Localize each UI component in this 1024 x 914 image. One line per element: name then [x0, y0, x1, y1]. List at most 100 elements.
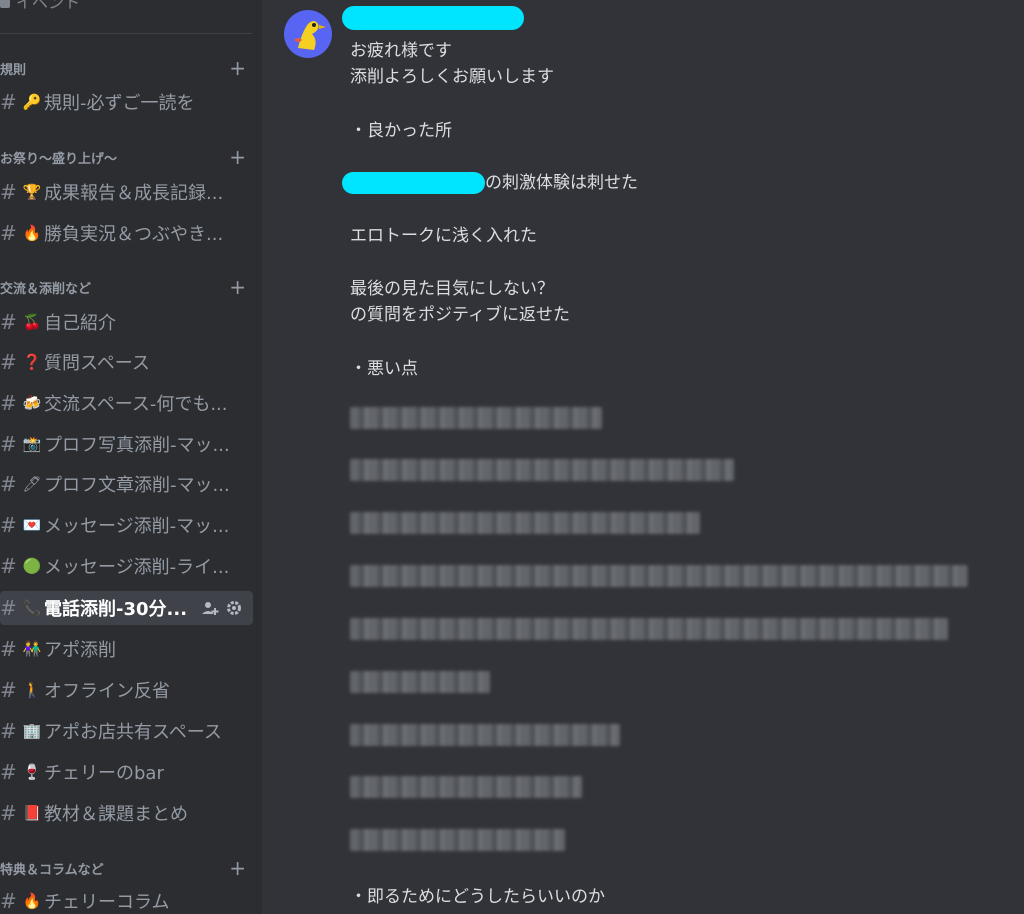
- hash-icon: #: [0, 513, 17, 537]
- hash-icon: #: [0, 90, 17, 114]
- message-line-with-redaction: の刺激体験は刺せた: [342, 168, 638, 194]
- blurred-text: [350, 671, 490, 693]
- channel-item-rules[interactable]: # 🔑 規則-必ずご一読を: [0, 85, 253, 119]
- channel-emoji: 🍷: [22, 763, 42, 781]
- channel-emoji: 🔥: [22, 892, 42, 910]
- blurred-text: [350, 724, 620, 746]
- channel-item-message-review[interactable]: # 💌 メッセージ添削-マッ...: [0, 508, 253, 542]
- channel-name: 勝負実況＆つぶやき...: [44, 224, 224, 245]
- channel-item-chat[interactable]: # 🍻 交流スペース-何でも...: [0, 386, 253, 420]
- channel-sidebar: イベント 規則 + # 🔑 規則-必ずご一読を お祭り〜盛り上げ〜 + # 🏆 …: [0, 0, 262, 914]
- category-label: イベント: [16, 0, 81, 12]
- category-festival[interactable]: お祭り〜盛り上げ〜 +: [0, 147, 246, 167]
- category-label: 交流＆添削など: [0, 281, 92, 297]
- hash-icon: #: [0, 719, 17, 743]
- channel-name: 電話添削-30分...: [44, 599, 188, 620]
- duck-avatar-icon: [294, 21, 326, 50]
- channel-item-text-review[interactable]: # 🖊 プロフ文章添削-マッ...: [0, 467, 253, 501]
- message-text: の刺激体験は刺せた: [485, 173, 638, 193]
- blurred-text: [350, 512, 700, 534]
- channel-emoji: 🏆: [22, 183, 42, 201]
- channel-item-offline-review[interactable]: # 🚶 オフライン反省: [0, 673, 253, 707]
- blurred-text: [350, 618, 948, 640]
- channel-name: メッセージ添削-マッ...: [44, 516, 230, 537]
- channel-name: オフライン反省: [44, 681, 170, 702]
- channel-item-live[interactable]: # 🔥 勝負実況＆つぶやき...: [0, 216, 253, 250]
- channel-item-intro[interactable]: # 🍒 自己紹介: [0, 305, 253, 339]
- add-channel-icon[interactable]: +: [229, 58, 246, 78]
- channel-item-shop-share[interactable]: # 🏢 アポお店共有スペース: [0, 714, 253, 748]
- channel-name: アポお店共有スペース: [44, 722, 222, 743]
- channel-name: チェリーのbar: [44, 763, 164, 784]
- channel-item-photo-review[interactable]: # 📸 プロフ写真添削-マッ...: [0, 427, 253, 461]
- hash-icon: #: [0, 221, 17, 245]
- channel-emoji: 🟢: [22, 557, 42, 575]
- blurred-text: [350, 459, 734, 481]
- category-label: 特典＆コラムなど: [0, 862, 104, 878]
- avatar[interactable]: [284, 10, 332, 58]
- message-line: ・即るためにどうしたらいいのか: [350, 887, 605, 907]
- channel-name: 交流スペース-何でも...: [44, 394, 228, 415]
- message-area: お疲れ様です 添削よろしくお願いします ・良かった所 の刺激体験は刺せた エロト…: [262, 0, 1024, 914]
- hash-icon: #: [0, 554, 17, 578]
- category-bonus[interactable]: 特典＆コラムなど +: [0, 858, 246, 878]
- category-events-partial[interactable]: イベント: [0, 0, 80, 12]
- channel-item-questions[interactable]: # ❓ 質問スペース: [0, 345, 253, 379]
- channel-name: 教材＆課題まとめ: [44, 804, 188, 825]
- channel-name: 規則-必ずご一読を: [44, 93, 195, 114]
- channel-item-phone-review[interactable]: # 📞 電話添削-30分...: [0, 591, 253, 625]
- message-line: ・悪い点: [350, 359, 418, 379]
- message-line: の質問をポジティブに返せた: [350, 305, 570, 325]
- channel-name: チェリーコラム: [44, 892, 170, 913]
- channel-emoji: 📞: [22, 599, 42, 617]
- channel-name: アポ添削: [44, 640, 116, 661]
- channel-name: プロフ文章添削-マッ...: [44, 475, 230, 496]
- channel-item-materials[interactable]: # 📕 教材＆課題まとめ: [0, 796, 253, 830]
- event-icon: [0, 0, 10, 8]
- hash-icon: #: [0, 889, 17, 913]
- blurred-text: [350, 407, 602, 429]
- username-redacted[interactable]: [342, 6, 524, 30]
- message-line: 最後の見た目気にしない？: [350, 279, 554, 299]
- category-exchange[interactable]: 交流＆添削など +: [0, 277, 246, 297]
- hash-icon: #: [0, 180, 17, 204]
- hash-icon: #: [0, 678, 17, 702]
- message-line: ・良かった所: [350, 121, 452, 141]
- channel-emoji: 🍻: [22, 394, 42, 412]
- message-line: 添削よろしくお願いします: [350, 67, 554, 87]
- channel-item-column[interactable]: # 🔥 チェリーコラム: [0, 884, 253, 914]
- sidebar-divider: [0, 33, 252, 34]
- add-channel-icon[interactable]: +: [229, 147, 246, 167]
- channel-name: プロフ写真添削-マッ...: [44, 435, 230, 456]
- channel-item-bar[interactable]: # 🍷 チェリーのbar: [0, 755, 253, 789]
- channel-item-appo-review[interactable]: # 👫 アポ添削: [0, 632, 253, 666]
- add-channel-icon[interactable]: +: [229, 277, 246, 297]
- category-label: 規則: [0, 62, 27, 78]
- message-line: お疲れ様です: [350, 41, 452, 61]
- channel-emoji: 💌: [22, 516, 42, 534]
- channel-name: 自己紹介: [44, 313, 116, 334]
- channel-emoji: 🏢: [22, 722, 42, 740]
- channel-emoji: 📸: [22, 435, 42, 453]
- channel-emoji: 🔥: [22, 224, 42, 242]
- name-redacted: [342, 172, 485, 194]
- gear-icon[interactable]: [225, 599, 243, 617]
- category-label: お祭り〜盛り上げ〜: [0, 151, 118, 167]
- hash-icon: #: [0, 432, 17, 456]
- channel-emoji: 🚶: [22, 681, 42, 699]
- hash-icon: #: [0, 801, 17, 825]
- invite-icon[interactable]: [201, 599, 219, 617]
- channel-name: 成果報告＆成長記録...: [44, 183, 224, 204]
- add-channel-icon[interactable]: +: [229, 858, 246, 878]
- channel-emoji: 📕: [22, 804, 42, 822]
- hash-icon: #: [0, 310, 17, 334]
- category-rules[interactable]: 規則 +: [0, 58, 246, 78]
- channel-item-line-review[interactable]: # 🟢 メッセージ添削-ライ...: [0, 549, 253, 583]
- channel-name: メッセージ添削-ライ...: [44, 557, 230, 578]
- blurred-text: [350, 565, 968, 587]
- hash-icon: #: [0, 391, 17, 415]
- channel-item-results[interactable]: # 🏆 成果報告＆成長記録...: [0, 175, 253, 209]
- message-line: エロトークに浅く入れた: [350, 226, 537, 246]
- hash-icon: #: [0, 596, 17, 620]
- blurred-text: [350, 829, 565, 851]
